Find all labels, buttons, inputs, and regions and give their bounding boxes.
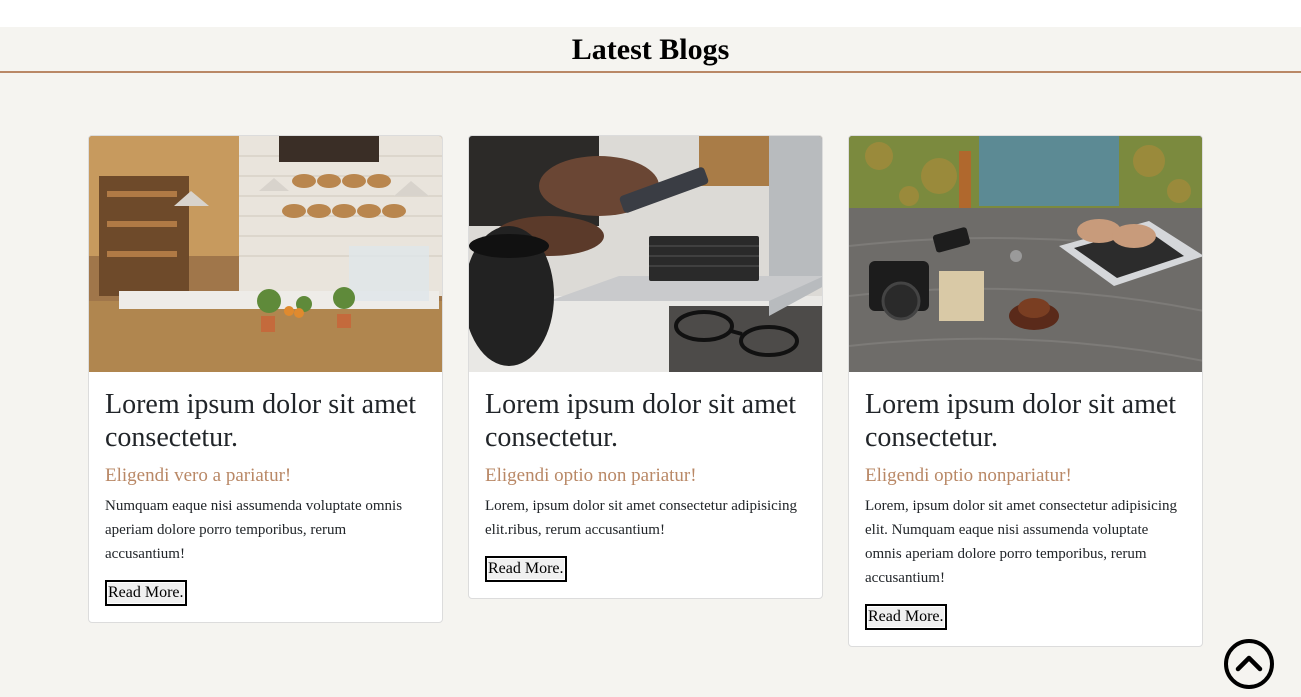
blog-card-body: Lorem ipsum dolor sit amet consectetur. … — [849, 372, 1202, 646]
blog-card-title: Lorem ipsum dolor sit amet consectetur. — [485, 389, 797, 453]
blog-card: Lorem ipsum dolor sit amet consectetur. … — [468, 135, 823, 599]
blog-card-image-desk — [849, 136, 1202, 372]
read-more-button[interactable]: Read More. — [105, 580, 187, 606]
blog-card-body: Lorem ipsum dolor sit amet consectetur. … — [469, 372, 822, 598]
blog-card: Lorem ipsum dolor sit amet consectetur. … — [88, 135, 443, 623]
chevron-up-circle-icon — [1224, 639, 1274, 689]
read-more-button[interactable]: Read More. — [865, 604, 947, 630]
blog-card-text: Lorem, ipsum dolor sit amet consectetur … — [485, 498, 798, 538]
blog-card-subtitle: Eligendi optio nonpariatur! — [865, 465, 1072, 486]
blog-card: Lorem ipsum dolor sit amet consectetur. … — [848, 135, 1203, 647]
blog-card-title: Lorem ipsum dolor sit amet consectetur. — [105, 389, 417, 453]
blog-card-image-laptop — [469, 136, 822, 372]
blog-card-subtitle: Eligendi vero a pariatur! — [105, 465, 292, 486]
section-title: Latest Blogs — [571, 33, 730, 66]
blog-card-text: Numquam eaque nisi assumenda voluptate o… — [105, 498, 403, 562]
blog-card-image-bakery — [89, 136, 442, 372]
section-header: Latest Blogs — [0, 27, 1301, 73]
read-more-button[interactable]: Read More. — [485, 556, 567, 582]
scroll-to-top-button[interactable] — [1223, 638, 1275, 690]
latest-blogs-section: Latest Blogs Lorem ipsum dolor sit amet … — [0, 27, 1301, 697]
blog-card-title: Lorem ipsum dolor sit amet consectetur. — [865, 389, 1177, 453]
blog-card-subtitle: Eligendi optio non pariatur! — [485, 465, 697, 486]
blog-card-text: Lorem, ipsum dolor sit amet consectetur … — [865, 498, 1178, 586]
blog-card-body: Lorem ipsum dolor sit amet consectetur. … — [89, 372, 442, 622]
